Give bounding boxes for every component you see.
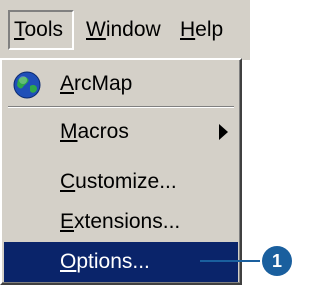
menu-item-arcmap[interactable]: ArcMap — [4, 64, 238, 104]
options-label-rest: ptions... — [76, 250, 150, 273]
window-mnemonic: W — [86, 18, 106, 41]
menu-bar: Tools Window Help — [0, 0, 250, 60]
callout-number-badge: 1 — [262, 246, 292, 276]
menubar-window[interactable]: Window — [82, 10, 165, 50]
options-mnemonic: O — [60, 250, 77, 273]
menu-item-options[interactable]: Options... — [4, 242, 238, 282]
menu-item-label-extensions: Extensions... — [60, 202, 180, 242]
menu-item-label-customize: Customize... — [60, 162, 177, 202]
menubar-tools[interactable]: Tools — [8, 10, 74, 50]
tools-label-rest: ools — [24, 18, 64, 41]
arcmap-label-rest: rcMap — [74, 72, 133, 95]
callout-leader-line — [200, 260, 260, 262]
menu-item-label-options: Options... — [60, 242, 150, 282]
help-label-rest: elp — [195, 18, 224, 41]
menu-item-label-arcmap: ArcMap — [60, 64, 132, 104]
tools-mnemonic: T — [14, 18, 25, 41]
extensions-mnemonic: E — [60, 210, 75, 233]
menu-item-customize[interactable]: Customize... — [4, 162, 238, 202]
arcmap-mnemonic: A — [60, 72, 75, 95]
customize-mnemonic: C — [60, 170, 76, 193]
menu-item-extensions[interactable]: Extensions... — [4, 202, 238, 242]
window-label-rest: indow — [105, 18, 161, 41]
menu-separator — [8, 106, 234, 108]
menu-item-macros[interactable]: Macros — [4, 112, 238, 152]
macros-mnemonic: M — [60, 120, 78, 143]
submenu-arrow-icon — [219, 124, 228, 140]
customize-label-rest: ustomize... — [75, 170, 177, 193]
arcmap-globe-icon — [13, 71, 41, 99]
macros-label-rest: acros — [77, 120, 129, 143]
help-mnemonic: H — [180, 18, 196, 41]
tools-dropdown-menu: ArcMap Macros Customize... Extensions...… — [0, 58, 242, 285]
menubar-help[interactable]: Help — [176, 10, 227, 50]
menu-item-label-macros: Macros — [60, 112, 129, 152]
extensions-label-rest: xtensions... — [74, 210, 181, 233]
